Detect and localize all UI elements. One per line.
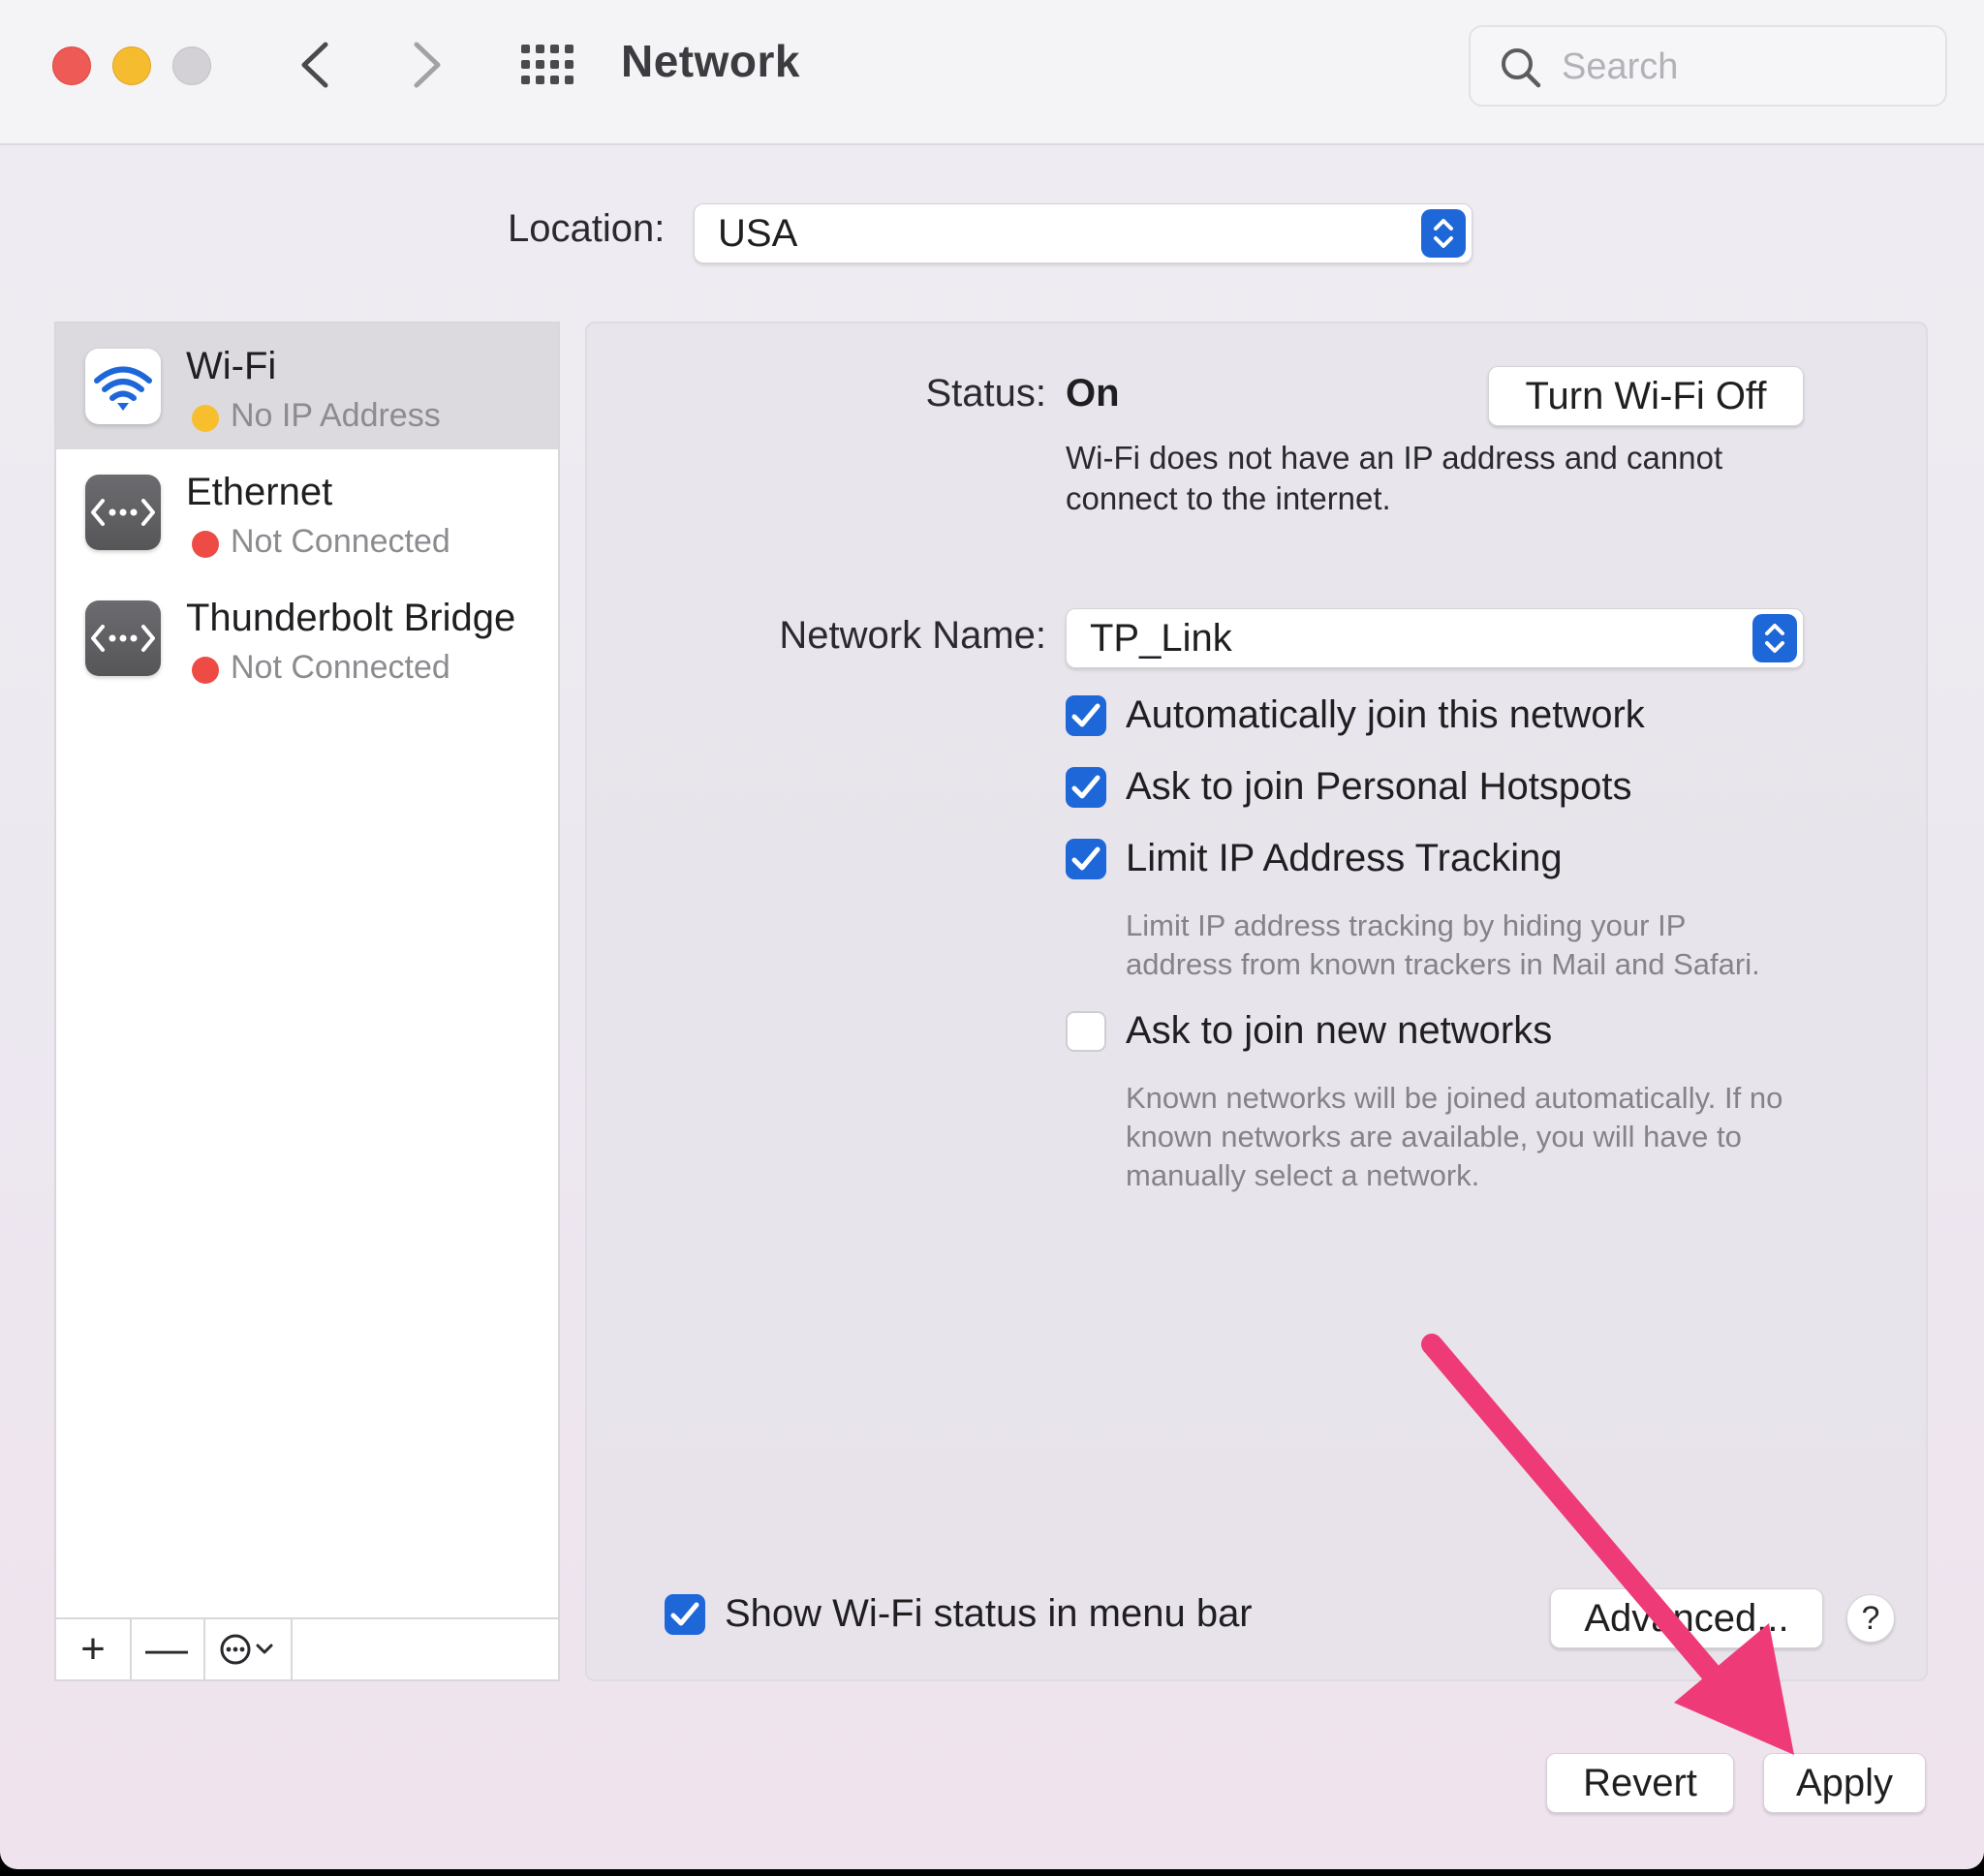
status-dot-red	[192, 657, 219, 684]
back-button[interactable]	[291, 37, 339, 93]
search-input[interactable]	[1560, 41, 1932, 93]
title-bar: Network	[0, 0, 1984, 145]
chevron-right-icon	[414, 42, 441, 88]
show-all-button[interactable]	[519, 43, 575, 87]
up-down-chevron-icon	[1765, 624, 1784, 653]
show-wifi-status-checkbox[interactable]	[665, 1594, 705, 1635]
limit-ip-tracking-checkbox[interactable]	[1066, 839, 1106, 879]
chevron-down-icon	[256, 1644, 273, 1654]
chevron-left-icon	[301, 42, 328, 88]
location-value: USA	[718, 212, 798, 255]
status-description: Wi-Fi does not have an IP address and ca…	[1066, 440, 1723, 516]
service-status: No IP Address	[231, 397, 441, 434]
search-field[interactable]	[1469, 25, 1947, 107]
wifi-detail-panel	[585, 322, 1928, 1681]
revert-button[interactable]: Revert	[1546, 1753, 1734, 1813]
location-label: Location:	[508, 207, 666, 250]
location-popup[interactable]: USA	[694, 203, 1472, 263]
checkmark-icon	[1071, 846, 1100, 871]
grid-icon	[521, 45, 574, 84]
window-title: Network	[621, 36, 800, 86]
search-icon	[1502, 48, 1541, 88]
network-name-stepper[interactable]	[1752, 614, 1797, 662]
personal-hotspots-label: Ask to join Personal Hotspots	[1126, 765, 1632, 808]
auto-join-label: Automatically join this network	[1126, 693, 1645, 736]
service-list: Wi-Fi No IP Address Ethernet Not Connect…	[54, 322, 560, 1619]
service-status: Not Connected	[231, 649, 450, 686]
minimize-window-button[interactable]	[112, 46, 151, 85]
ask-join-new-networks-checkbox[interactable]	[1066, 1011, 1106, 1052]
network-preferences-window: Network Location: USA	[0, 0, 1984, 1869]
service-name: Thunderbolt Bridge	[186, 597, 516, 639]
known-networks-description: Known networks will be joined automatica…	[1126, 1081, 1783, 1192]
checkmark-icon	[1071, 703, 1100, 727]
apply-button[interactable]: Apply	[1763, 1753, 1926, 1813]
service-item-wifi[interactable]: Wi-Fi No IP Address	[56, 323, 558, 449]
service-name: Wi-Fi	[186, 345, 277, 387]
help-button[interactable]: ?	[1846, 1594, 1895, 1643]
forward-button[interactable]	[403, 37, 451, 93]
limit-ip-tracking-description: Limit IP address tracking by hiding your…	[1126, 908, 1760, 981]
add-service-button[interactable]: +	[56, 1619, 132, 1679]
wifi-icon	[85, 349, 161, 424]
advanced-button[interactable]: Advanced...	[1550, 1588, 1823, 1648]
ask-join-new-networks-label: Ask to join new networks	[1126, 1009, 1553, 1052]
thunderbolt-bridge-icon	[85, 600, 161, 676]
ethernet-icon	[85, 475, 161, 550]
service-item-thunderbolt-bridge[interactable]: Thunderbolt Bridge Not Connected	[56, 575, 558, 701]
show-wifi-status-label: Show Wi-Fi status in menu bar	[725, 1592, 1253, 1635]
location-stepper[interactable]	[1421, 209, 1466, 258]
checkmark-icon	[1071, 775, 1100, 799]
status-dot-yellow	[192, 405, 219, 432]
close-window-button[interactable]	[52, 46, 91, 85]
up-down-chevron-icon	[1434, 219, 1453, 248]
limit-ip-tracking-label: Limit IP Address Tracking	[1126, 837, 1563, 879]
network-name-value: TP_Link	[1090, 617, 1232, 660]
ellipsis-circle-icon	[220, 1634, 251, 1665]
status-dot-red	[192, 531, 219, 558]
checkmark-icon	[670, 1602, 699, 1626]
service-status: Not Connected	[231, 523, 450, 560]
status-value: On	[1066, 372, 1120, 415]
zoom-window-button[interactable]	[172, 46, 211, 85]
remove-service-button[interactable]: —	[130, 1619, 205, 1679]
auto-join-checkbox[interactable]	[1066, 695, 1106, 736]
network-name-popup[interactable]: TP_Link	[1066, 608, 1804, 668]
action-menu-button[interactable]	[203, 1619, 293, 1679]
service-name: Ethernet	[186, 471, 333, 513]
service-list-toolbar: + —	[54, 1617, 560, 1681]
turn-wifi-off-button[interactable]: Turn Wi-Fi Off	[1488, 366, 1804, 426]
personal-hotspots-checkbox[interactable]	[1066, 767, 1106, 808]
network-name-label: Network Name:	[779, 614, 1046, 657]
service-item-ethernet[interactable]: Ethernet Not Connected	[56, 449, 558, 575]
status-label: Status:	[925, 372, 1046, 415]
